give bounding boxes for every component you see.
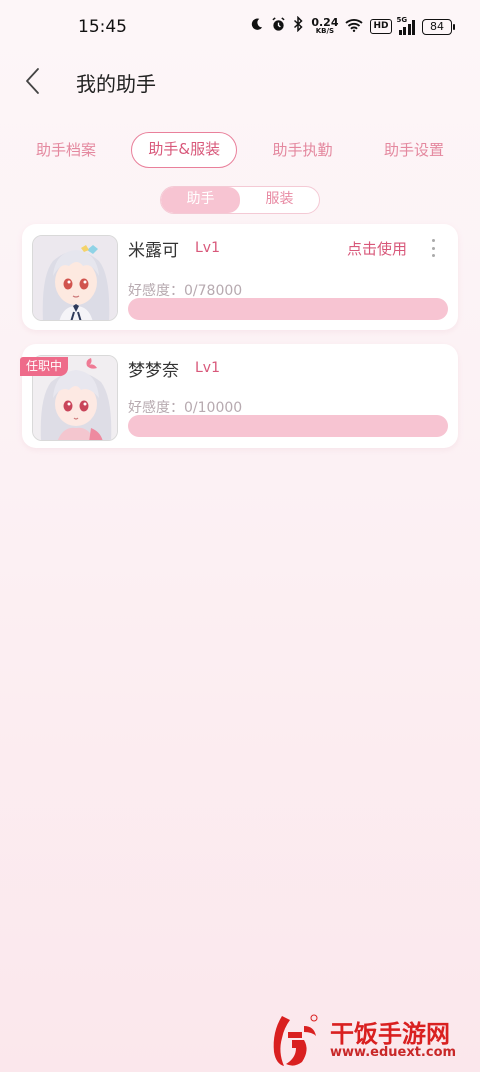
on-duty-badge: 任职中 [20,357,69,376]
tab-assistant-duty[interactable]: 助手执勤 [257,132,349,168]
bluetooth-icon [293,15,304,37]
watermark-url: www.eduext.com [330,1045,457,1060]
favor-progress-bar [128,298,448,320]
assistant-card[interactable]: 米露可 Lv1 点击使用 好感度：0/78000 [22,224,458,330]
chevron-left-icon [26,68,39,94]
favor-label: 好感度：0/10000 [128,400,243,416]
tab-assistant-outfit[interactable]: 助手&服装 [131,132,238,168]
network-speed-unit: KB/S [315,26,335,35]
watermark-emblem-icon [273,1014,318,1066]
tab-assistant-profile[interactable]: 助手档案 [20,132,112,168]
favor-progress-bar [128,415,448,437]
watermark-logo: 干饭手游网 www.eduext.com [268,1012,468,1068]
wifi-icon [345,17,364,37]
page-header: 我的助手 [0,56,480,106]
segment-outfit[interactable]: 服装 [240,187,319,213]
status-bar: 15:45 0.24 KB/S HD 5G 84 [0,0,480,56]
more-options-icon[interactable] [426,236,440,260]
back-button[interactable] [22,66,46,96]
battery-icon: 84 [422,18,455,35]
tab-assistant-settings[interactable]: 助手设置 [368,132,460,168]
network-type: 5G [396,15,408,24]
alarm-icon [271,16,286,37]
use-assistant-button[interactable]: 点击使用 [347,238,407,259]
status-icons: 0.24 KB/S HD 5G 84 [249,15,455,37]
network-speed-value: 0.24 [311,15,339,29]
assistant-name: 梦梦奈 [128,361,179,381]
assistant-avatar [32,235,118,321]
segment-control: 助手 服装 [160,186,320,214]
page-title: 我的助手 [76,72,156,96]
top-tabs: 助手档案 助手&服装 助手执勤 助手设置 [20,131,460,169]
assistant-level: Lv1 [195,240,220,256]
assistant-level: Lv1 [195,360,220,376]
segment-assistant[interactable]: 助手 [161,187,240,213]
network-speed: 0.24 KB/S [311,15,339,36]
assistant-name: 米露可 [128,241,179,261]
favor-label: 好感度：0/78000 [128,283,243,299]
moon-icon [249,17,264,37]
assistant-card[interactable]: 任职中 梦梦奈 Lv1 好感度：0/10000 [20,344,458,448]
watermark-name: 干饭手游网 [330,1020,450,1048]
status-time: 15:45 [78,17,127,37]
hd-icon: HD [370,19,392,34]
signal-icon: 5G [396,15,415,35]
